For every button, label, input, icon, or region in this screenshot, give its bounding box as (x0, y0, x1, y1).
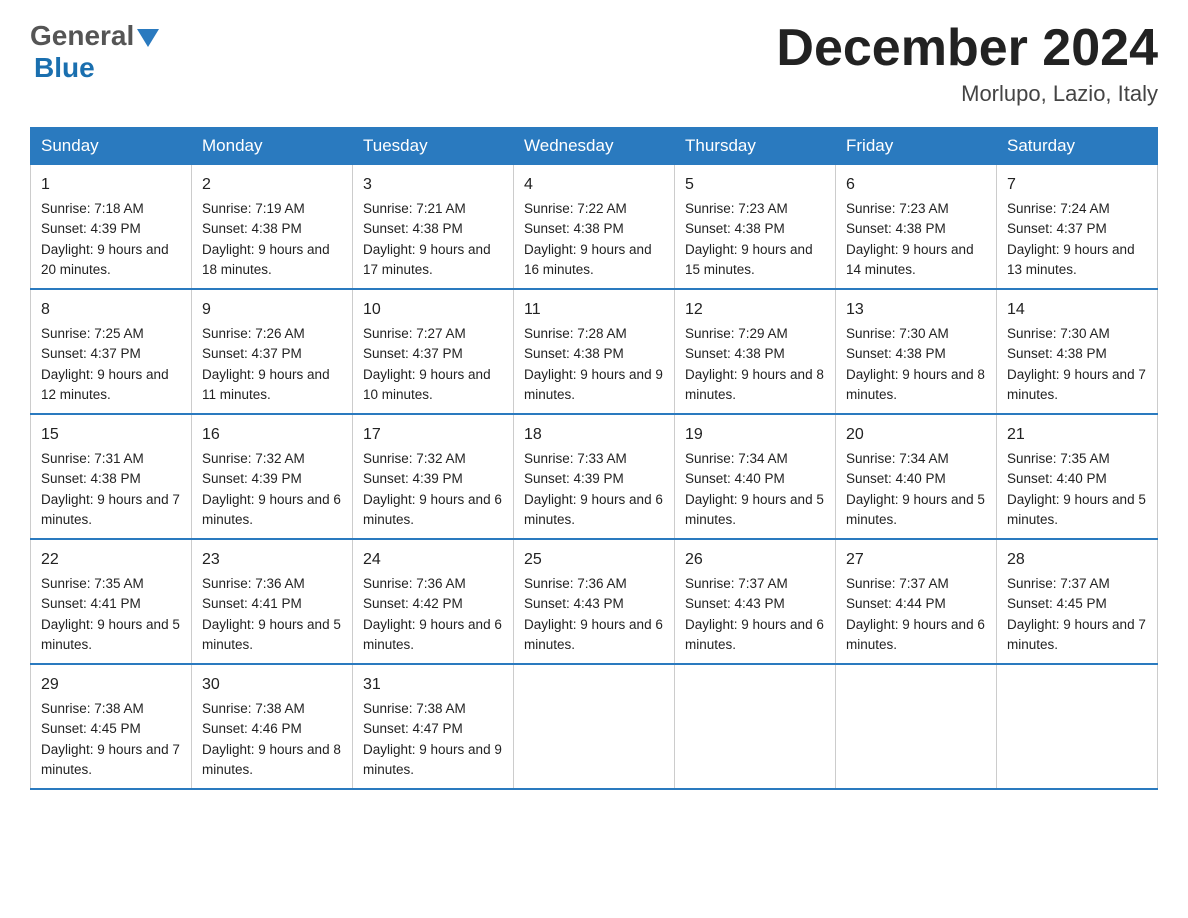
day-number: 3 (363, 173, 503, 197)
calendar-cell: 12Sunrise: 7:29 AMSunset: 4:38 PMDayligh… (675, 289, 836, 414)
calendar-cell: 19Sunrise: 7:34 AMSunset: 4:40 PMDayligh… (675, 414, 836, 539)
day-number: 6 (846, 173, 986, 197)
calendar-cell: 3Sunrise: 7:21 AMSunset: 4:38 PMDaylight… (353, 165, 514, 290)
calendar-table: SundayMondayTuesdayWednesdayThursdayFrid… (30, 127, 1158, 790)
calendar-cell: 13Sunrise: 7:30 AMSunset: 4:38 PMDayligh… (836, 289, 997, 414)
logo-triangle-icon (137, 29, 159, 47)
calendar-cell: 6Sunrise: 7:23 AMSunset: 4:38 PMDaylight… (836, 165, 997, 290)
calendar-cell: 14Sunrise: 7:30 AMSunset: 4:38 PMDayligh… (997, 289, 1158, 414)
logo-blue-text: Blue (34, 52, 95, 83)
day-number: 11 (524, 298, 664, 322)
day-number: 4 (524, 173, 664, 197)
calendar-cell: 10Sunrise: 7:27 AMSunset: 4:37 PMDayligh… (353, 289, 514, 414)
day-number: 15 (41, 423, 181, 447)
calendar-cell: 22Sunrise: 7:35 AMSunset: 4:41 PMDayligh… (31, 539, 192, 664)
week-row-4: 22Sunrise: 7:35 AMSunset: 4:41 PMDayligh… (31, 539, 1158, 664)
day-number: 9 (202, 298, 342, 322)
day-number: 17 (363, 423, 503, 447)
month-title: December 2024 (776, 20, 1158, 77)
day-number: 16 (202, 423, 342, 447)
location-text: Morlupo, Lazio, Italy (776, 81, 1158, 107)
calendar-cell: 21Sunrise: 7:35 AMSunset: 4:40 PMDayligh… (997, 414, 1158, 539)
day-number: 8 (41, 298, 181, 322)
calendar-cell: 29Sunrise: 7:38 AMSunset: 4:45 PMDayligh… (31, 664, 192, 789)
weekday-header-sunday: Sunday (31, 128, 192, 165)
calendar-cell (675, 664, 836, 789)
calendar-cell: 31Sunrise: 7:38 AMSunset: 4:47 PMDayligh… (353, 664, 514, 789)
weekday-header-friday: Friday (836, 128, 997, 165)
day-number: 7 (1007, 173, 1147, 197)
calendar-cell (836, 664, 997, 789)
day-number: 19 (685, 423, 825, 447)
calendar-cell (514, 664, 675, 789)
calendar-cell: 16Sunrise: 7:32 AMSunset: 4:39 PMDayligh… (192, 414, 353, 539)
weekday-header-thursday: Thursday (675, 128, 836, 165)
day-number: 20 (846, 423, 986, 447)
page-header: General Blue December 2024 Morlupo, Lazi… (30, 20, 1158, 107)
title-area: December 2024 Morlupo, Lazio, Italy (776, 20, 1158, 107)
calendar-cell: 28Sunrise: 7:37 AMSunset: 4:45 PMDayligh… (997, 539, 1158, 664)
calendar-cell: 4Sunrise: 7:22 AMSunset: 4:38 PMDaylight… (514, 165, 675, 290)
day-number: 2 (202, 173, 342, 197)
day-number: 18 (524, 423, 664, 447)
calendar-cell: 26Sunrise: 7:37 AMSunset: 4:43 PMDayligh… (675, 539, 836, 664)
calendar-cell: 27Sunrise: 7:37 AMSunset: 4:44 PMDayligh… (836, 539, 997, 664)
logo-general-text: General (30, 20, 134, 52)
day-number: 27 (846, 548, 986, 572)
calendar-cell: 25Sunrise: 7:36 AMSunset: 4:43 PMDayligh… (514, 539, 675, 664)
day-number: 14 (1007, 298, 1147, 322)
weekday-header-wednesday: Wednesday (514, 128, 675, 165)
day-number: 10 (363, 298, 503, 322)
day-number: 21 (1007, 423, 1147, 447)
week-row-5: 29Sunrise: 7:38 AMSunset: 4:45 PMDayligh… (31, 664, 1158, 789)
day-number: 5 (685, 173, 825, 197)
day-number: 22 (41, 548, 181, 572)
calendar-cell: 24Sunrise: 7:36 AMSunset: 4:42 PMDayligh… (353, 539, 514, 664)
calendar-cell: 8Sunrise: 7:25 AMSunset: 4:37 PMDaylight… (31, 289, 192, 414)
calendar-cell: 5Sunrise: 7:23 AMSunset: 4:38 PMDaylight… (675, 165, 836, 290)
day-number: 31 (363, 673, 503, 697)
week-row-1: 1Sunrise: 7:18 AMSunset: 4:39 PMDaylight… (31, 165, 1158, 290)
calendar-cell: 2Sunrise: 7:19 AMSunset: 4:38 PMDaylight… (192, 165, 353, 290)
weekday-header-saturday: Saturday (997, 128, 1158, 165)
day-number: 26 (685, 548, 825, 572)
day-number: 23 (202, 548, 342, 572)
calendar-cell: 11Sunrise: 7:28 AMSunset: 4:38 PMDayligh… (514, 289, 675, 414)
calendar-cell (997, 664, 1158, 789)
day-number: 1 (41, 173, 181, 197)
day-number: 24 (363, 548, 503, 572)
calendar-cell: 23Sunrise: 7:36 AMSunset: 4:41 PMDayligh… (192, 539, 353, 664)
calendar-cell: 30Sunrise: 7:38 AMSunset: 4:46 PMDayligh… (192, 664, 353, 789)
calendar-cell: 15Sunrise: 7:31 AMSunset: 4:38 PMDayligh… (31, 414, 192, 539)
day-number: 29 (41, 673, 181, 697)
calendar-cell: 9Sunrise: 7:26 AMSunset: 4:37 PMDaylight… (192, 289, 353, 414)
day-number: 28 (1007, 548, 1147, 572)
calendar-cell: 18Sunrise: 7:33 AMSunset: 4:39 PMDayligh… (514, 414, 675, 539)
calendar-cell: 20Sunrise: 7:34 AMSunset: 4:40 PMDayligh… (836, 414, 997, 539)
logo: General Blue (30, 20, 159, 84)
weekday-header-row: SundayMondayTuesdayWednesdayThursdayFrid… (31, 128, 1158, 165)
weekday-header-tuesday: Tuesday (353, 128, 514, 165)
calendar-cell: 1Sunrise: 7:18 AMSunset: 4:39 PMDaylight… (31, 165, 192, 290)
day-number: 13 (846, 298, 986, 322)
day-number: 25 (524, 548, 664, 572)
calendar-cell: 17Sunrise: 7:32 AMSunset: 4:39 PMDayligh… (353, 414, 514, 539)
week-row-2: 8Sunrise: 7:25 AMSunset: 4:37 PMDaylight… (31, 289, 1158, 414)
calendar-cell: 7Sunrise: 7:24 AMSunset: 4:37 PMDaylight… (997, 165, 1158, 290)
day-number: 30 (202, 673, 342, 697)
week-row-3: 15Sunrise: 7:31 AMSunset: 4:38 PMDayligh… (31, 414, 1158, 539)
day-number: 12 (685, 298, 825, 322)
weekday-header-monday: Monday (192, 128, 353, 165)
